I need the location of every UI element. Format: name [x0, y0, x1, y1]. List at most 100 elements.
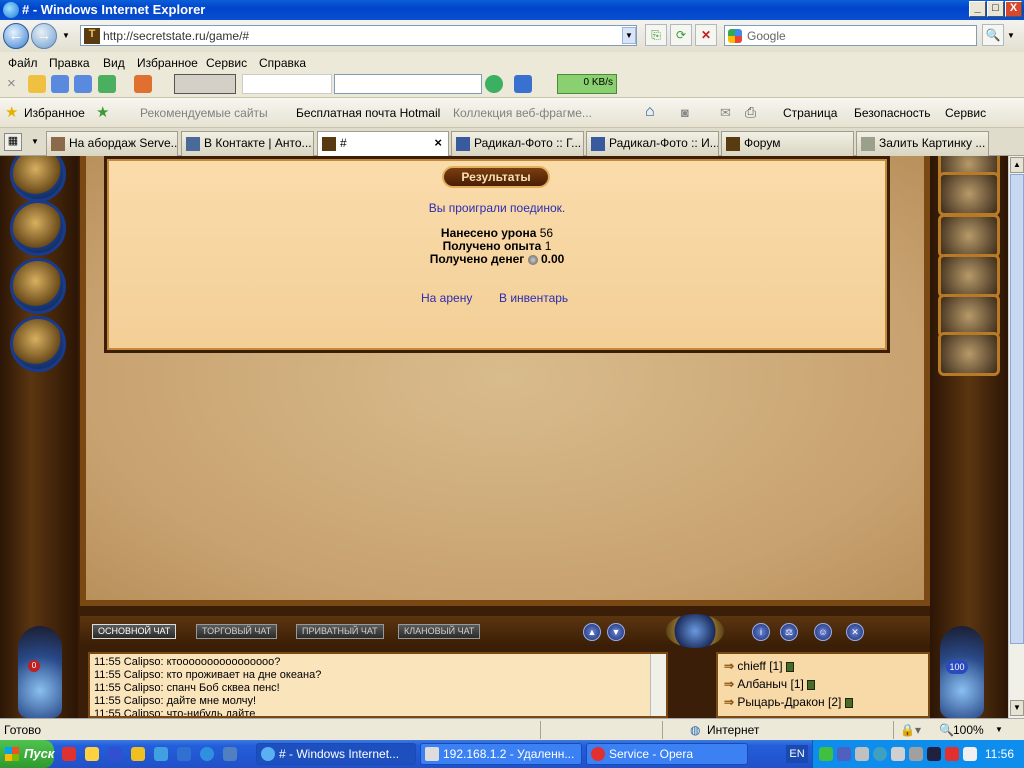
- toolbar-combo[interactable]: [334, 74, 482, 94]
- search-dropdown-icon[interactable]: ▼: [1004, 28, 1018, 45]
- history-dropdown-icon[interactable]: ▼: [59, 28, 73, 45]
- scroll-up-icon[interactable]: ▲: [1010, 157, 1024, 173]
- task-ie[interactable]: # - Windows Internet...: [256, 743, 416, 765]
- quick-icon-2[interactable]: [85, 747, 99, 761]
- page-menu[interactable]: Страница: [783, 106, 837, 120]
- user-row[interactable]: ⇒ Рыцарь-Дракон [2]: [724, 693, 922, 711]
- chat-log[interactable]: 11:55 Calipso: ктоооооооооооооооо? 11:55…: [88, 652, 668, 718]
- tools-menu[interactable]: Сервис: [945, 106, 986, 120]
- toolbar-search-icon[interactable]: [485, 75, 503, 93]
- task-remote-desktop[interactable]: 192.168.1.2 - Удаленн...: [420, 743, 582, 765]
- download-icon[interactable]: [514, 75, 532, 93]
- fav-hotmail[interactable]: Бесплатная почта Hotmail: [296, 106, 440, 120]
- user-row[interactable]: ⇒ Албаныч [1]: [724, 675, 922, 693]
- tray-icon-3[interactable]: [855, 747, 869, 761]
- tab-radikal-2[interactable]: Радикал-Фото :: И...: [586, 131, 719, 156]
- opera-quick-icon[interactable]: [62, 747, 76, 761]
- menu-help[interactable]: Справка: [259, 56, 306, 70]
- toolbar-box[interactable]: [174, 74, 236, 94]
- page-scrollbar[interactable]: ▲ ▼: [1008, 156, 1024, 718]
- home-icon[interactable]: ⌂: [645, 103, 655, 121]
- safety-menu[interactable]: Безопасность: [854, 106, 931, 120]
- menu-favorites[interactable]: Избранное: [137, 56, 198, 70]
- stop-icon[interactable]: ✕: [695, 24, 717, 46]
- map-frame[interactable]: [938, 332, 1000, 376]
- tray-icon-7[interactable]: [927, 747, 941, 761]
- chat-tab-trade[interactable]: ТОРГОВЫЙ ЧАТ: [196, 624, 278, 639]
- tray-icon-2[interactable]: [837, 747, 851, 761]
- compat-icon[interactable]: ⎘: [645, 24, 667, 46]
- scroll-down-icon[interactable]: ▼: [1010, 700, 1024, 716]
- fav-suggested-sites[interactable]: Рекомендуемые сайты: [140, 106, 268, 120]
- start-button[interactable]: Пуск: [0, 740, 54, 768]
- people-icon[interactable]: ☺: [814, 623, 832, 641]
- quick-tabs-icon[interactable]: ▦: [4, 133, 22, 151]
- address-dropdown-icon[interactable]: ▼: [622, 27, 636, 44]
- chat-up-icon[interactable]: ▲: [583, 623, 601, 641]
- info-icon[interactable]: i: [752, 623, 770, 641]
- chat-tab-main[interactable]: ОСНОВНОЙ ЧАТ: [92, 624, 177, 639]
- tab-vkontakte[interactable]: В Контакте | Анто...: [181, 131, 314, 156]
- zoom-icon[interactable]: 🔍: [939, 723, 954, 737]
- zoom-dropdown-icon[interactable]: ▼: [995, 725, 1003, 734]
- chat-tab-private[interactable]: ПРИВАТНЫЙ ЧАТ: [296, 624, 384, 639]
- orb-button-4[interactable]: [10, 316, 66, 372]
- tab-aborazh[interactable]: На абордаж Serve...: [46, 131, 178, 156]
- scroll-thumb[interactable]: [1010, 174, 1024, 644]
- orb-button-1[interactable]: [10, 156, 66, 202]
- menu-file[interactable]: Файл: [8, 56, 38, 70]
- inventory-link[interactable]: В инвентарь: [499, 291, 568, 305]
- tab-upload-image[interactable]: Залить Картинку ...: [856, 131, 989, 156]
- forward-icon[interactable]: →: [31, 23, 57, 49]
- address-input[interactable]: T http://secretstate.ru/game/#: [80, 25, 637, 46]
- toolbar-icon-4[interactable]: [98, 75, 116, 93]
- quick-icon-3[interactable]: [108, 747, 122, 761]
- mail-icon[interactable]: ✉: [720, 105, 731, 121]
- tray-icon-5[interactable]: [891, 747, 905, 761]
- tab-radikal-1[interactable]: Радикал-Фото :: Г...: [451, 131, 584, 156]
- tray-icon-6[interactable]: [909, 747, 923, 761]
- toolbar-icon-5[interactable]: [134, 75, 152, 93]
- menu-view[interactable]: Вид: [103, 56, 125, 70]
- arena-link[interactable]: На арену: [421, 291, 472, 305]
- chat-down-icon[interactable]: ▼: [607, 623, 625, 641]
- orb-button-3[interactable]: [10, 258, 66, 314]
- menu-edit[interactable]: Правка: [49, 56, 90, 70]
- ie-quick-icon[interactable]: [200, 747, 214, 761]
- language-indicator[interactable]: EN: [786, 745, 808, 763]
- print-icon[interactable]: ⎙: [745, 104, 756, 121]
- tray-icon-1[interactable]: [819, 747, 833, 761]
- toolbar-icon-3[interactable]: [74, 75, 92, 93]
- close-toolbar-icon[interactable]: ×: [7, 75, 16, 92]
- chat-tab-clan[interactable]: КЛАНОВЫЙ ЧАТ: [398, 624, 481, 639]
- quick-icon-5[interactable]: [154, 747, 168, 761]
- feeds-icon[interactable]: ◙: [681, 105, 689, 120]
- quick-icon-8[interactable]: [223, 747, 237, 761]
- zoom-level[interactable]: 100%: [953, 723, 984, 737]
- toolbar-field-1[interactable]: [242, 74, 332, 94]
- user-row[interactable]: ⇒ chieff [1]: [724, 657, 922, 675]
- tab-close-icon[interactable]: ×: [434, 135, 442, 150]
- minimize-button[interactable]: _: [969, 1, 986, 17]
- close-button[interactable]: X: [1005, 1, 1022, 17]
- swords-icon[interactable]: ✕: [846, 623, 864, 641]
- back-icon[interactable]: ←: [3, 23, 29, 49]
- search-icon[interactable]: 🔍: [982, 24, 1004, 46]
- refresh-icon[interactable]: ⟳: [670, 24, 692, 46]
- volume-icon[interactable]: [963, 747, 977, 761]
- add-favorite-icon[interactable]: ★: [96, 103, 109, 121]
- task-opera[interactable]: Service - Opera: [586, 743, 748, 765]
- toolbar-icon-2[interactable]: [51, 75, 69, 93]
- maximize-button[interactable]: □: [987, 1, 1004, 17]
- scales-icon[interactable]: ⚖: [780, 623, 798, 641]
- tray-icon-4[interactable]: [873, 747, 887, 761]
- quick-icon-4[interactable]: [131, 747, 145, 761]
- results-button[interactable]: Результаты: [442, 166, 550, 188]
- fav-webslice[interactable]: Коллекция веб-фрагме...: [453, 106, 592, 120]
- tab-list-icon[interactable]: ▼: [28, 133, 42, 151]
- toolbar-icon-1[interactable]: [28, 75, 46, 93]
- protected-mode-icon[interactable]: 🔒▾: [900, 723, 921, 737]
- chat-scrollbar[interactable]: [650, 654, 666, 716]
- search-input[interactable]: Google: [724, 25, 977, 46]
- tab-game-active[interactable]: # ×: [317, 131, 449, 157]
